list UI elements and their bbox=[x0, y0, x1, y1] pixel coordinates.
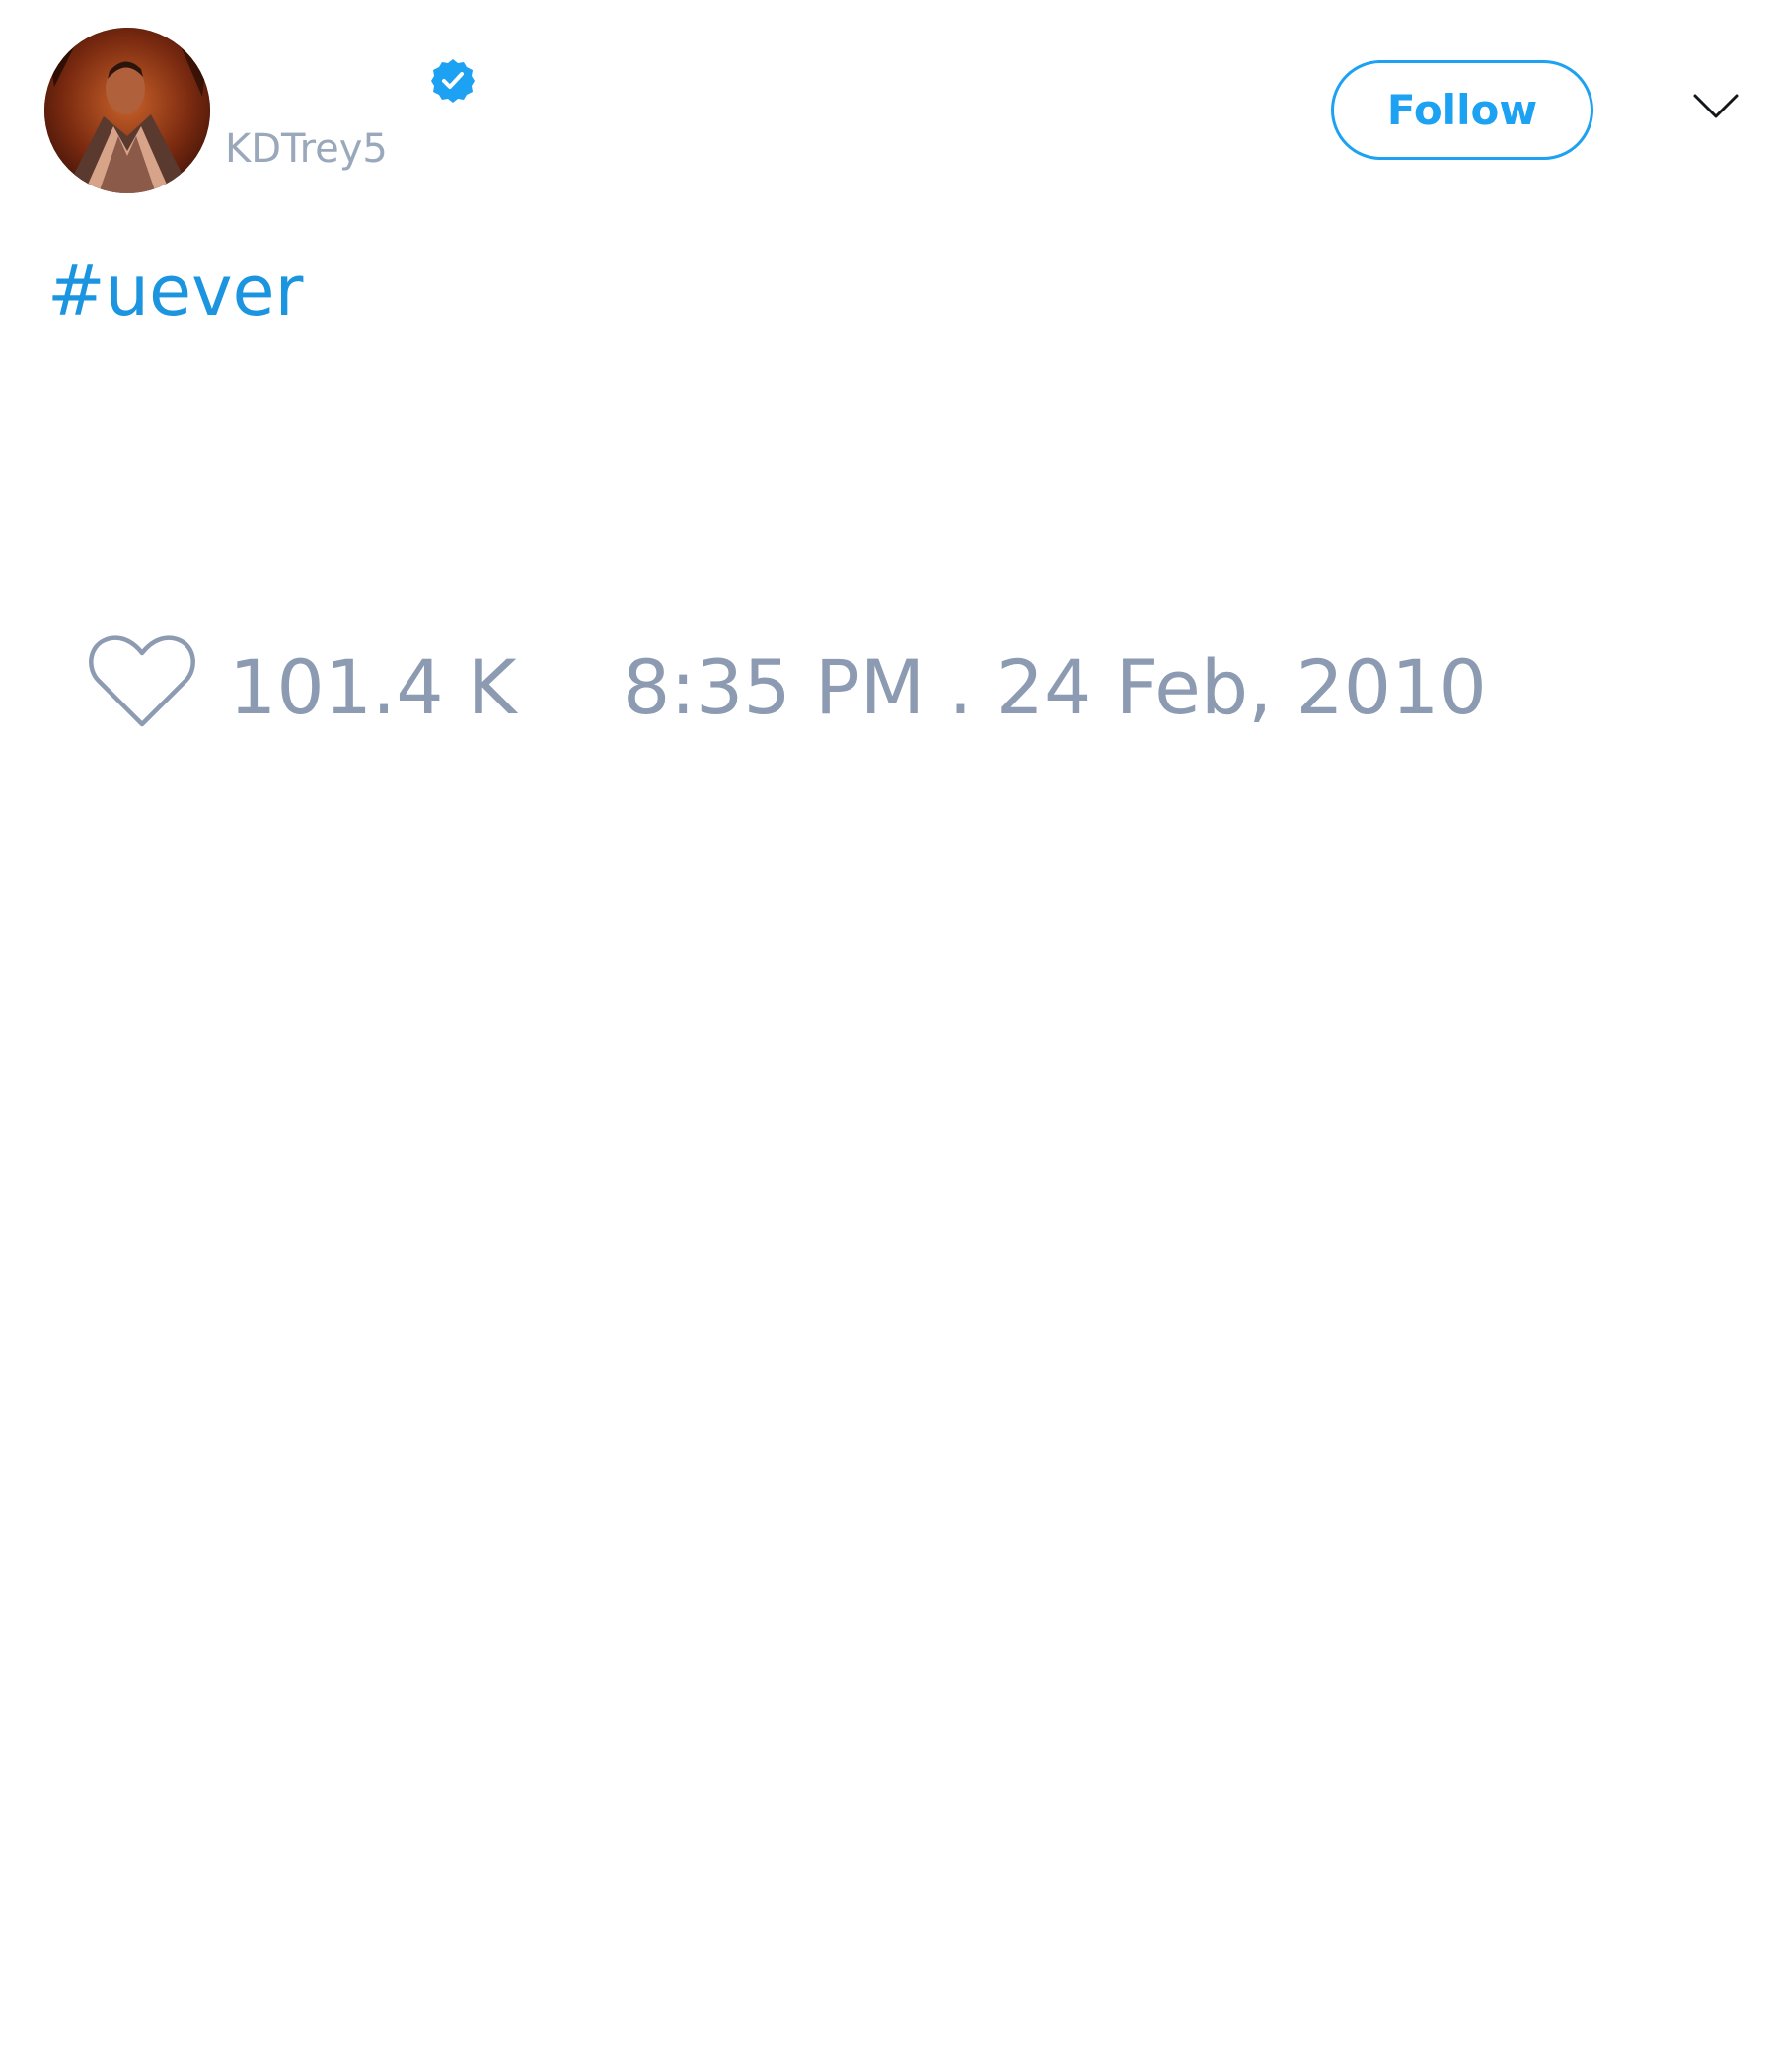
heart-icon[interactable] bbox=[87, 631, 197, 730]
tweet-timestamp[interactable]: 8:35 PM . 24 Feb, 2010 bbox=[623, 643, 1487, 731]
chevron-down-icon[interactable] bbox=[1692, 92, 1739, 121]
tweet-action-bar: 101.4 K 8:35 PM . 24 Feb, 2010 bbox=[87, 631, 1487, 731]
tweet-text: #uever bbox=[47, 252, 303, 331]
follow-button[interactable]: Follow bbox=[1331, 60, 1593, 160]
avatar[interactable] bbox=[44, 28, 210, 193]
author-handle[interactable]: KDTrey5 bbox=[225, 126, 388, 172]
avatar-image bbox=[44, 28, 210, 193]
hashtag-link[interactable]: #uever bbox=[47, 251, 303, 332]
tweet-card: KDTrey5 Follow #uever 101.4 K 8:35 PM . … bbox=[0, 0, 1776, 2072]
like-count: 101.4 K bbox=[229, 643, 517, 731]
verified-badge-icon bbox=[431, 59, 475, 103]
